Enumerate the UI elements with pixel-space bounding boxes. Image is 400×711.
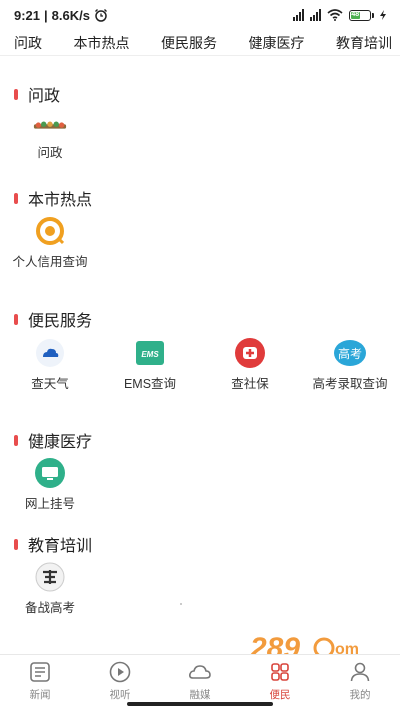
service-item-weather[interactable]: 查天气 [2, 336, 98, 393]
service-label: 备战高考 [24, 601, 75, 615]
signal-icon [293, 9, 304, 21]
credit-icon [33, 214, 67, 248]
service-label: 高考录取查询 [312, 377, 388, 391]
tab-city-hotspot[interactable]: 本市热点 [74, 33, 130, 53]
social-security-icon [233, 336, 267, 370]
nav-label: 新闻 [29, 689, 51, 701]
tab-wenzheng[interactable]: 问政 [14, 33, 42, 53]
home-indicator [127, 702, 273, 706]
nav-mine[interactable]: 我的 [320, 655, 400, 711]
section-header-wenzheng: 问政 [14, 82, 60, 106]
cloud-outline-icon [189, 665, 211, 679]
tab-health[interactable]: 健康医疗 [249, 33, 305, 53]
service-item-credit[interactable]: 个人信用查询 [2, 214, 98, 271]
svg-text:EMS: EMS [141, 350, 159, 359]
status-bar: 9:21 | 8.6K/s 48 [0, 0, 400, 30]
section-header-city-hotspot: 本市热点 [14, 186, 92, 210]
nav-label: 我的 [349, 689, 371, 701]
cloud-icon [33, 336, 67, 370]
section-title: 健康医疗 [28, 434, 93, 451]
tab-education[interactable]: 教育培训 [336, 33, 392, 53]
service-label: 查社保 [231, 377, 269, 391]
exam-prep-icon [33, 560, 67, 594]
section-header-education: 教育培训 [14, 532, 92, 556]
service-item-exam-prep[interactable]: 备战高考 [2, 560, 98, 617]
battery-icon: 48 [349, 9, 374, 21]
nav-label: 视听 [109, 689, 131, 701]
news-icon [30, 662, 50, 682]
wenzheng-banner-icon [33, 113, 67, 139]
status-time: 9:21 [14, 7, 41, 23]
ems-icon: EMS [133, 336, 167, 370]
service-label: 网上挂号 [24, 497, 75, 511]
section-header-convenience: 便民服务 [14, 307, 92, 331]
network-speed: 8.6K/s [51, 7, 90, 23]
gaokao-icon-text: 高考 [338, 346, 362, 361]
service-item-gaokao[interactable]: 高考 高考录取查询 [302, 336, 398, 393]
tab-convenience[interactable]: 便民服务 [161, 33, 217, 53]
status-left: 9:21 | 8.6K/s [14, 8, 108, 23]
nav-news[interactable]: 新闻 [0, 655, 80, 711]
nav-label: 便民 [269, 689, 291, 701]
section-mark [14, 538, 18, 550]
stray-dot [180, 603, 182, 605]
status-divider: | [44, 7, 48, 23]
signal-icon-2 [310, 9, 321, 21]
play-icon [109, 661, 131, 683]
grid-icon [271, 663, 289, 681]
category-tabs: 问政 本市热点 便民服务 健康医疗 教育培训 [0, 30, 400, 56]
service-item-registration[interactable]: 网上挂号 [2, 456, 98, 513]
battery-level: 48 [351, 10, 360, 18]
section-title: 问政 [28, 88, 61, 105]
monitor-icon [33, 456, 67, 490]
alarm-icon [94, 9, 107, 22]
section-header-health: 健康医疗 [14, 428, 92, 452]
charging-icon [380, 10, 386, 20]
section-mark [14, 313, 18, 325]
service-label: 个人信用查询 [12, 255, 88, 269]
service-label: 问政 [37, 146, 63, 160]
section-mark [14, 88, 18, 100]
gaokao-icon: 高考 [333, 336, 367, 370]
service-item-wenzheng[interactable]: 问政 [2, 113, 98, 162]
section-mark [14, 192, 18, 204]
section-title: 本市热点 [28, 192, 93, 209]
section-title: 便民服务 [28, 313, 93, 330]
service-item-social-security[interactable]: 查社保 [202, 336, 298, 393]
service-label: EMS查询 [123, 377, 177, 391]
service-item-ems[interactable]: EMS EMS查询 [102, 336, 198, 393]
section-title: 教育培训 [28, 538, 93, 555]
service-label: 查天气 [31, 377, 69, 391]
status-right: 48 [293, 9, 386, 21]
section-mark [14, 434, 18, 446]
user-icon [350, 662, 370, 682]
nav-label: 融媒 [189, 689, 211, 701]
wifi-icon [327, 9, 343, 21]
